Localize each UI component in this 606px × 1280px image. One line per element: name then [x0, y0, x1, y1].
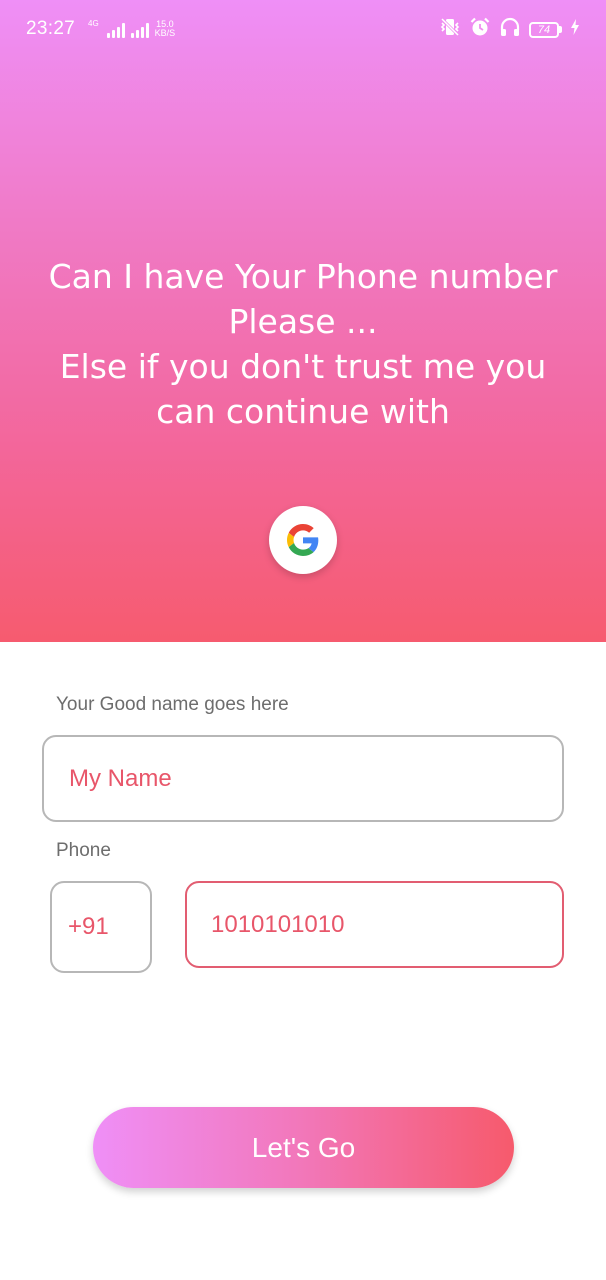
signal-sim1-icon — [106, 22, 125, 38]
network-type-label: 4G — [88, 19, 99, 28]
name-label: Your Good name goes here — [56, 694, 289, 715]
phone-input[interactable]: 1010101010 — [185, 881, 564, 968]
hero-line: Can I have Your Phone number — [48, 257, 558, 296]
phone-label: Phone — [56, 840, 111, 861]
headphones-icon — [499, 16, 521, 43]
hero-message: Can I have Your Phone number Please ... … — [30, 254, 576, 434]
google-icon — [287, 524, 319, 556]
lets-go-button[interactable]: Let's Go — [93, 1107, 514, 1188]
charging-icon — [570, 19, 580, 40]
google-signin-button[interactable] — [269, 506, 337, 574]
hero-line: Else if you don't trust me you — [59, 347, 547, 386]
alarm-icon — [469, 16, 491, 43]
battery-level: 74 — [529, 21, 559, 38]
name-input-value: My Name — [69, 764, 172, 792]
network-speed: 15.0 KB/S — [155, 20, 176, 38]
lets-go-label: Let's Go — [251, 1131, 356, 1163]
country-code-value: +91 — [68, 913, 109, 940]
status-time: 23:27 — [26, 18, 76, 39]
status-bar: 23:27 4G 15.0 KB/S 74 — [0, 0, 606, 60]
battery-icon: 74 — [529, 21, 562, 38]
hero-line: Please ... — [228, 302, 378, 341]
hero-line: can continue with — [156, 392, 450, 431]
vibrate-icon — [439, 16, 461, 43]
network-speed-unit: KB/S — [154, 28, 176, 38]
hero-banner: 23:27 4G 15.0 KB/S 74 Can I have Your Ph… — [0, 0, 606, 642]
signal-indicators: 4G 15.0 KB/S — [88, 18, 175, 38]
country-code-input[interactable]: +91 — [50, 881, 152, 973]
status-icons: 74 — [439, 16, 580, 43]
phone-input-value: 1010101010 — [211, 910, 345, 938]
signal-sim2-icon — [130, 22, 149, 38]
name-input[interactable]: My Name — [42, 735, 564, 822]
